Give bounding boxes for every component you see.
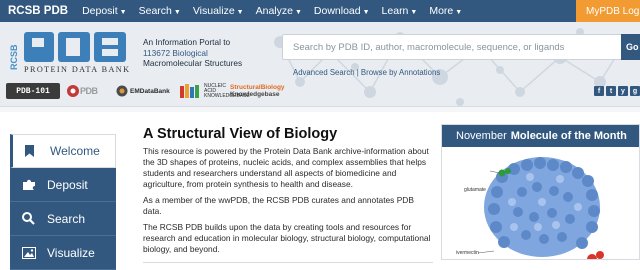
- partner-logos: PDB-101 PDB EMDataBank NUCLEIC ACID KNOW…: [6, 82, 285, 100]
- advanced-search-link[interactable]: Advanced Search: [293, 68, 355, 77]
- tagline-line-3: Macromolecular Structures: [143, 58, 243, 68]
- site-header: RCSB PROTEIN DATA BANK An Information Po…: [0, 22, 640, 106]
- menu-search[interactable]: Search ▼: [133, 5, 187, 17]
- facebook-icon[interactable]: f: [594, 86, 604, 96]
- menu-analyze[interactable]: Analyze ▼: [250, 5, 308, 17]
- content-divider: [143, 262, 433, 263]
- sidebar-item-deposit[interactable]: Deposit: [10, 168, 116, 202]
- sidebar-item-welcome[interactable]: Welcome: [10, 134, 116, 168]
- page-title: A Structural View of Biology: [143, 126, 338, 142]
- caret-down-icon: ▼: [236, 9, 244, 16]
- caret-down-icon: ▼: [362, 9, 370, 16]
- tools-paragraph: The RCSB PDB builds upon the data by cre…: [143, 222, 431, 254]
- caret-down-icon: ▼: [294, 9, 302, 16]
- structure-count: 113672 Biological: [143, 47, 208, 58]
- search-input[interactable]: [283, 35, 621, 59]
- menu-download[interactable]: Download ▼: [308, 5, 376, 17]
- header-divider: [0, 106, 640, 112]
- puzzle-icon: [22, 178, 38, 191]
- intro-paragraph: This resource is powered by the Protein …: [143, 146, 429, 189]
- sidebar-item-label: Search: [47, 211, 86, 226]
- youtube-icon[interactable]: y: [618, 86, 628, 96]
- brand-link[interactable]: RCSB PDB: [0, 5, 76, 17]
- sidebar-item-search[interactable]: Search: [10, 202, 116, 236]
- main-content: A Structural View of Biology This resour…: [143, 126, 433, 263]
- twitter-icon[interactable]: t: [606, 86, 616, 96]
- svg-text:PROTEIN DATA BANK: PROTEIN DATA BANK: [24, 65, 130, 74]
- rcsb-pdb-logo[interactable]: RCSB PROTEIN DATA BANK: [8, 30, 138, 74]
- motm-month: November: [456, 130, 507, 142]
- search-box: [282, 34, 622, 60]
- svg-text:RCSB: RCSB: [9, 44, 19, 70]
- ivermectin-label: ivermectin: [456, 250, 479, 256]
- search-icon: [22, 212, 38, 225]
- search-links: Advanced Search | Browse by Annotations: [293, 68, 440, 77]
- nakb-logo[interactable]: NUCLEIC ACID KNOWLEDGEBASE: [180, 83, 250, 99]
- pdb101-logo[interactable]: PDB-101: [6, 83, 60, 99]
- menu-learn[interactable]: Learn ▼: [376, 5, 424, 17]
- nakb-emblem-icon: [180, 84, 199, 98]
- pdbe-logo[interactable]: PDB: [66, 83, 110, 99]
- pdbe-emblem-icon: [67, 85, 79, 97]
- sidebar-item-label: Welcome: [50, 144, 100, 158]
- search-go-button[interactable]: Go: [621, 34, 640, 60]
- emdatabank-logo[interactable]: EMDataBank: [116, 83, 174, 99]
- image-icon: [22, 246, 38, 259]
- molecule-image[interactable]: [442, 147, 640, 260]
- browse-annotations-link[interactable]: Browse by Annotations: [361, 68, 440, 77]
- wwpdb-paragraph: As a member of the wwPDB, the RCSB PDB c…: [143, 195, 414, 216]
- emdb-emblem-icon: [116, 85, 128, 97]
- sidebar-item-label: Deposit: [47, 177, 88, 192]
- google-plus-icon[interactable]: g: [630, 86, 640, 96]
- motm-title: Molecule of the Month: [510, 130, 627, 142]
- caret-down-icon: ▼: [119, 9, 127, 16]
- menu-deposit[interactable]: Deposit ▼: [76, 5, 133, 17]
- sbkb-logo[interactable]: StructuralBiology Knowledgebase: [230, 83, 285, 99]
- top-navbar: RCSB PDB Deposit ▼ Search ▼ Visualize ▼ Ana…: [0, 0, 640, 22]
- site-tagline: An Information Portal to 113672 Biologic…: [143, 37, 283, 69]
- caret-down-icon: ▼: [173, 9, 181, 16]
- social-links: f t y g: [594, 86, 640, 96]
- sidebar-item-visualize[interactable]: Visualize: [10, 236, 116, 270]
- molecule-of-the-month-panel: November Molecule of the Month glutamate …: [441, 124, 640, 260]
- caret-down-icon: ▼: [455, 9, 463, 16]
- mypdb-login-button[interactable]: MyPDB Login: [576, 0, 640, 22]
- menu-visualize[interactable]: Visualize ▼: [187, 5, 250, 17]
- tagline-line-1: An Information Portal to: [143, 37, 231, 47]
- sidebar-item-label: Visualize: [47, 245, 95, 260]
- glutamate-label: glutamate: [464, 187, 486, 193]
- motm-header[interactable]: November Molecule of the Month: [442, 125, 639, 147]
- menu-more[interactable]: More ▼: [423, 5, 468, 17]
- sidebar-nav: Welcome Deposit Search Visualize: [10, 134, 116, 270]
- caret-down-icon: ▼: [410, 9, 418, 16]
- bookmark-icon: [25, 145, 41, 157]
